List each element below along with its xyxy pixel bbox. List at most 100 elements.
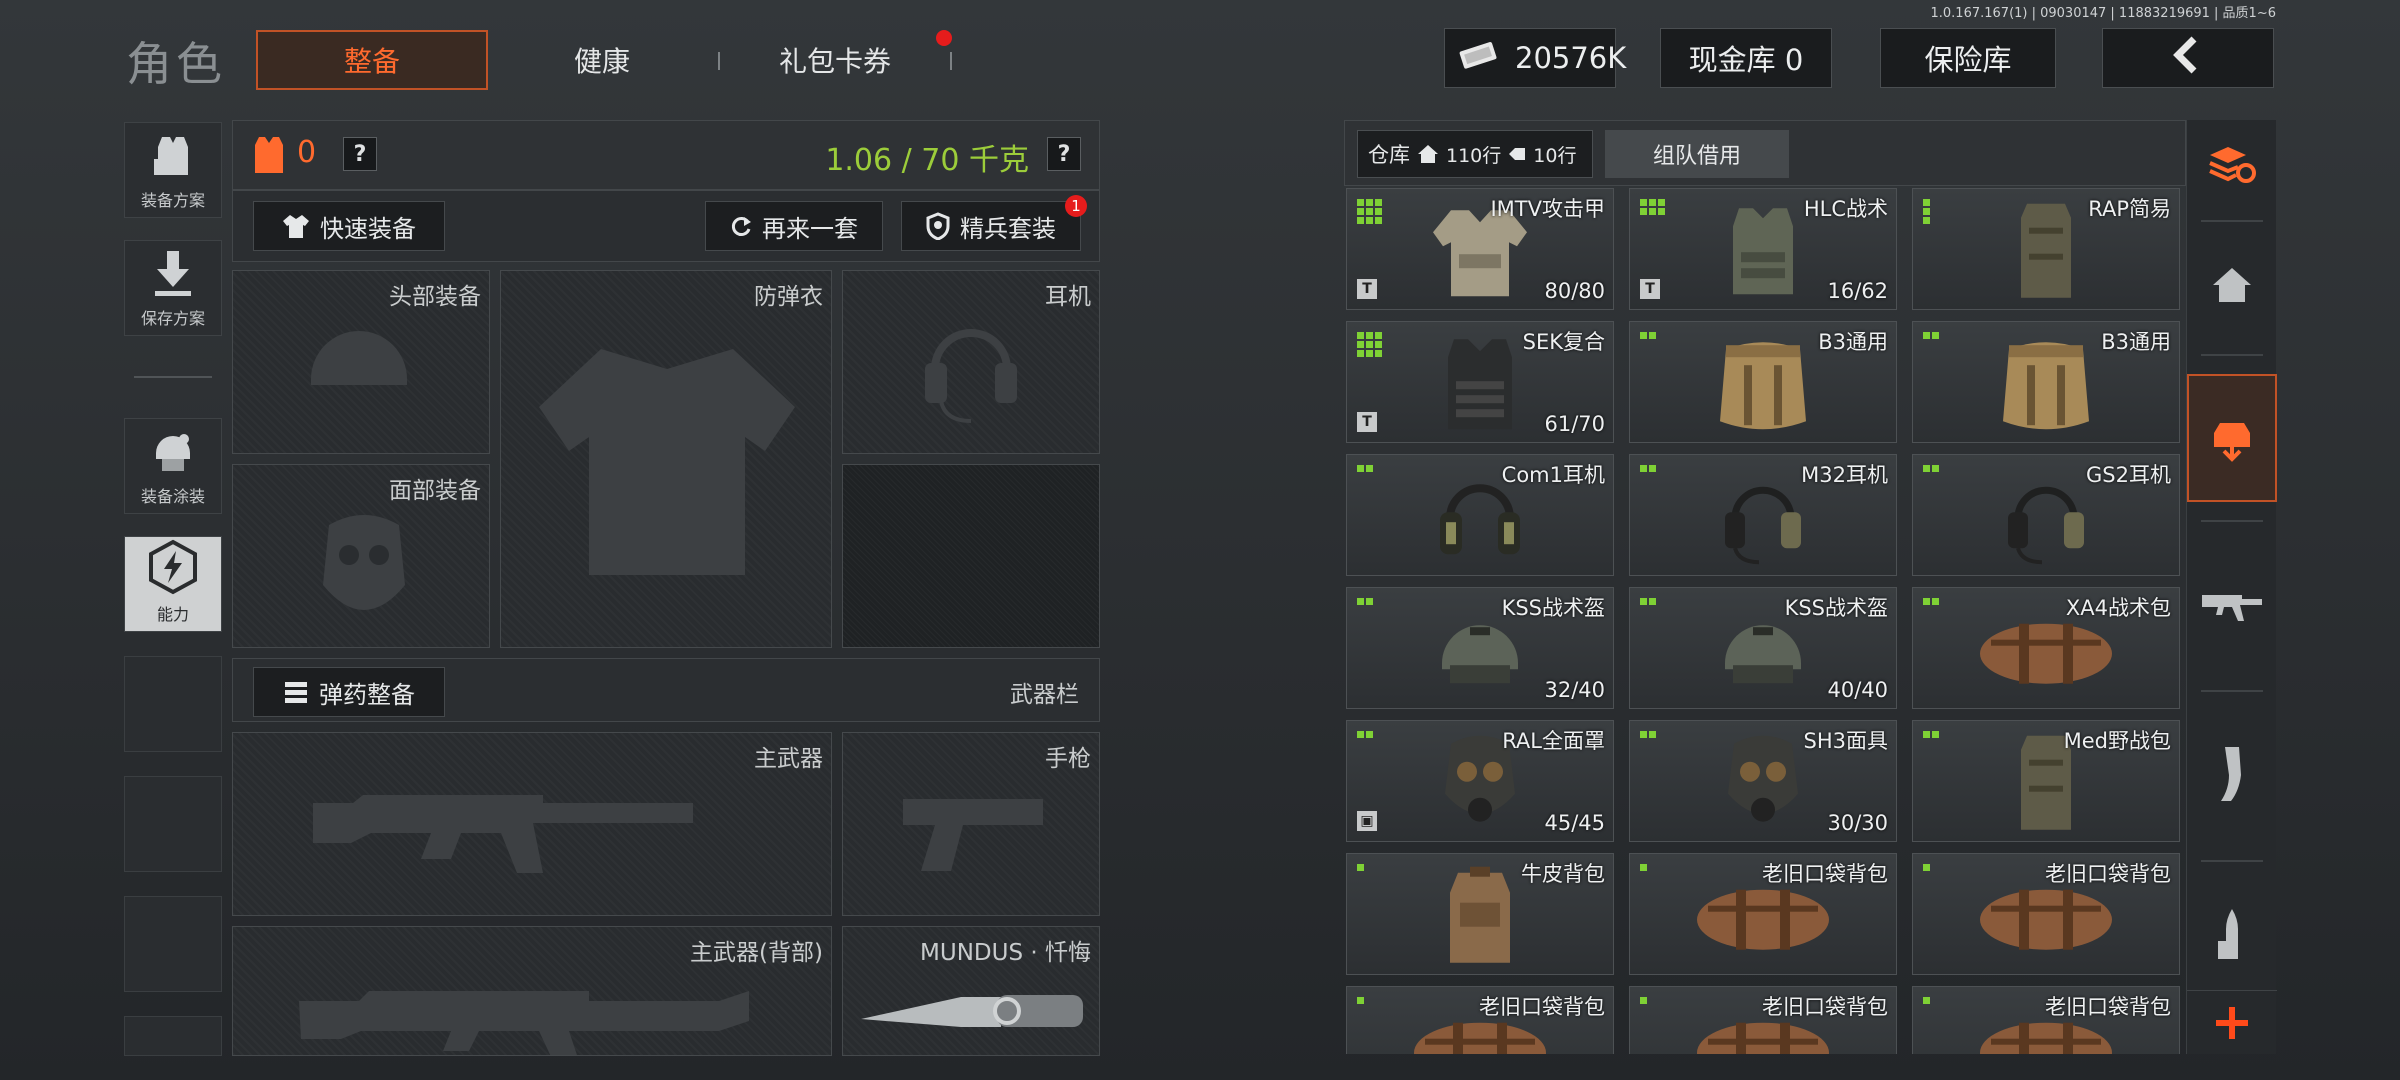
storage-item[interactable]: M32耳机 [1629,454,1897,576]
nav-ability[interactable]: 能力 [124,536,222,632]
headset-icon [1996,468,2096,572]
slot-label: 耳机 [1045,284,1091,310]
nav-label: 保存方案 [140,309,205,328]
storage-item[interactable]: GS2耳机 [1912,454,2180,576]
item-durability: 40/40 [1827,678,1888,702]
storage-item[interactable]: HLC战术 16/62 T [1629,188,1897,310]
slot-label: 手枪 [1045,746,1091,772]
gas-mask-icon [1718,730,1808,841]
item-name: 老旧口袋背包 [2045,862,2171,886]
item-size-dots [1640,864,1647,871]
refresh-stack-icon [2209,147,2256,183]
slot-body-armor[interactable]: 防弹衣 [500,270,832,648]
storage-item[interactable]: XA4战术包 [1912,587,2180,709]
slot-face[interactable]: 面部装备 [232,464,490,648]
item-name: RAL全面罩 [1502,729,1605,753]
back-button[interactable] [2102,28,2274,88]
team-borrow-button[interactable]: 组队借用 [1605,130,1789,178]
armor-type-icon: T [1357,279,1377,299]
shield-icon [926,212,950,240]
version-info: 1.0.167.167(1) | 09030147 | 11883219691 … [1930,6,2277,21]
storage-item[interactable]: B3通用 [1629,321,1897,443]
quick-equip-button[interactable]: 快速装备 [253,201,445,251]
rifle-icon [2202,595,2262,621]
money-display[interactable]: 20576K [1444,28,1626,88]
item-durability: 80/80 [1544,279,1605,303]
elite-set-label: 精兵套装 [960,214,1056,243]
ammo-category-button[interactable] [2187,880,2277,990]
item-size-dots [1640,731,1656,738]
ammo-prep-button[interactable]: 弹药整备 [253,667,445,717]
nav-divider [2201,354,2263,356]
item-size-dots [1357,465,1373,472]
slot-melee[interactable]: MUNDUS · 忏悔 [842,926,1100,1056]
slot-label: 主武器(背部) [690,940,823,966]
magazine-category-button[interactable] [2187,710,2277,840]
storage-item[interactable]: B3通用 [1912,321,2180,443]
tab-health[interactable]: 健康 [510,30,694,90]
slot-ear[interactable]: 耳机 [842,270,1100,454]
elite-set-button[interactable]: 精兵套装 [901,201,1081,251]
slot-extra[interactable] [842,464,1100,648]
tab-divider [950,52,952,70]
storage-item[interactable]: 老旧口袋背包 [1912,853,2180,975]
refresh-stack-button[interactable] [2187,120,2277,210]
item-durability: 32/40 [1544,678,1605,702]
safe-vault-button[interactable]: 保险库 [1880,28,2056,88]
weapon-category-button[interactable] [2187,540,2277,670]
storage-item[interactable]: 老旧口袋背包 [1346,986,1614,1054]
item-name: M32耳机 [1801,463,1888,487]
storage-item[interactable]: 老旧口袋背包 [1629,986,1897,1054]
tag-icon [1509,148,1526,160]
item-name: GS2耳机 [2086,463,2171,487]
home-category-button[interactable] [2187,230,2277,340]
storage-item[interactable]: Com1耳机 [1346,454,1614,576]
weight-help-button[interactable]: ? [1047,137,1081,171]
storage-item[interactable]: 老旧口袋背包 [1912,986,2180,1054]
slot-primary-weapon[interactable]: 主武器 [232,732,832,916]
slot-primary-weapon-back[interactable]: 主武器(背部) [232,926,832,1056]
tab-equip[interactable]: 整备 [256,30,488,90]
pouch-icon [2011,198,2081,309]
lightning-icon [149,539,197,595]
money-amount: 20576K [1515,41,1627,75]
storage-item[interactable]: 牛皮背包 [1346,853,1614,975]
storage-item[interactable]: KSS战术盔 32/40 [1346,587,1614,709]
item-size-dots [1640,598,1656,605]
again-button[interactable]: 再来一套 [705,201,883,251]
crate-icon: ▣ [1357,811,1377,831]
item-size-dots [1640,199,1665,215]
item-name: SEK复合 [1522,330,1605,354]
slot-pistol[interactable]: 手枪 [842,732,1100,916]
add-button[interactable] [2187,990,2277,1054]
page-title: 角色 [126,37,226,91]
slot-head[interactable]: 头部装备 [232,270,490,454]
nav-equip-skin[interactable]: 装备涂装 [124,418,222,514]
storage-item[interactable]: RAP简易 [1912,188,2180,310]
nav-loadout-plan[interactable]: 装备方案 [124,122,222,218]
rows-tag-count: 10行 [1533,144,1577,167]
item-size-dots [1640,997,1647,1004]
slot-label: MUNDUS · 忏悔 [920,940,1091,966]
storage-item[interactable]: KSS战术盔 40/40 [1629,587,1897,709]
storage-item[interactable]: RAL全面罩 45/45 ▣ [1346,720,1614,842]
nav-save-plan[interactable]: 保存方案 [124,240,222,336]
cash-vault-button[interactable]: 现金库 0 [1660,28,1832,88]
slot-label: 面部装备 [389,478,481,504]
nav-divider [2201,690,2263,692]
plus-icon [2216,1006,2248,1039]
storage-item[interactable]: 老旧口袋背包 [1629,853,1897,975]
storage-item[interactable]: Med野战包 [1912,720,2180,842]
gear-category-button[interactable] [2187,374,2277,502]
tab-gift-coupons[interactable]: 礼包卡券 [740,30,930,90]
storage-item[interactable]: SH3面具 30/30 [1629,720,1897,842]
item-size-dots [1923,199,1930,224]
storage-item[interactable]: IMTV攻击甲 80/80 T [1346,188,1614,310]
storage-grid: IMTV攻击甲 80/80 T HLC战术 16/62 T RAP简易 SEK复合 61/70 T… [1344,188,2186,1054]
storage-item[interactable]: SEK复合 61/70 T [1346,321,1614,443]
storage-tab[interactable]: 仓库 110行 10行 [1357,130,1593,178]
armor-help-button[interactable]: ? [343,137,377,171]
item-size-dots [1357,332,1382,357]
item-size-dots [1357,199,1382,224]
download-icon [155,251,191,296]
